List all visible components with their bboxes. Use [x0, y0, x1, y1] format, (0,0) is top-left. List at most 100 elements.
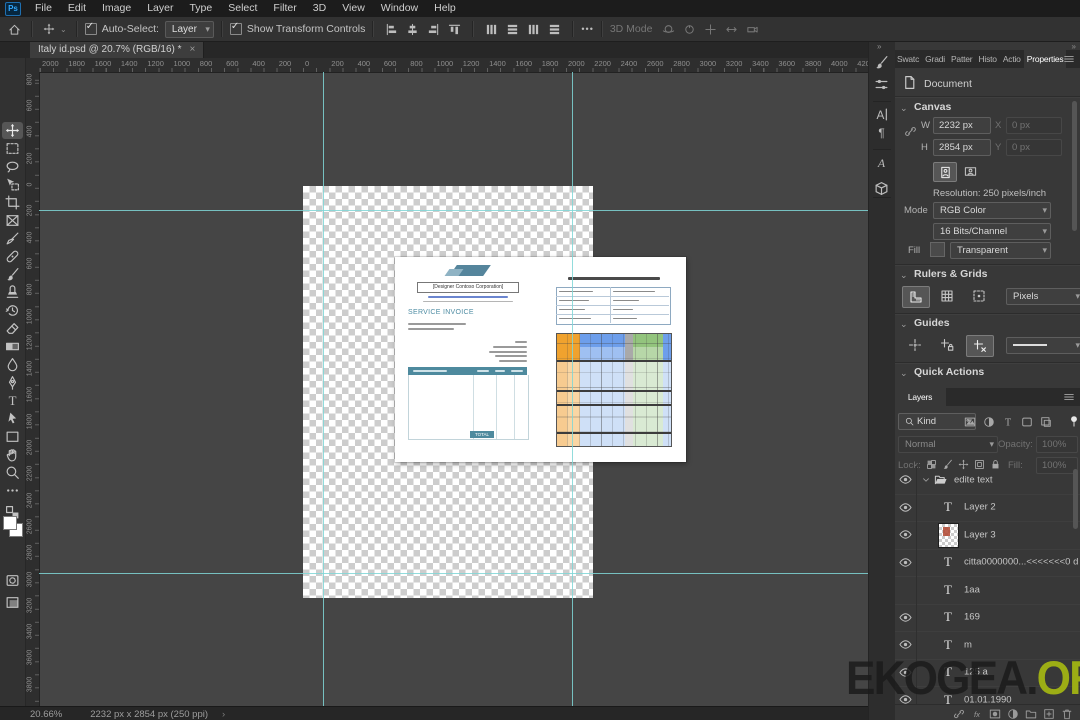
hand-tool[interactable] [2, 446, 23, 463]
canvas-section-chevron-icon[interactable]: ⌄ [900, 103, 908, 114]
guide-style-dropdown[interactable] [1006, 337, 1080, 354]
layers-scrollbar[interactable] [1073, 469, 1078, 529]
history-brush-tool[interactable] [2, 302, 23, 319]
paragraph-panel-icon[interactable]: ¶ [874, 125, 890, 141]
filter-pixel-layers-icon[interactable] [962, 415, 978, 429]
frame-tool[interactable] [2, 212, 23, 229]
tab-properties[interactable]: Properties [1023, 50, 1067, 68]
guides-section-chevron-icon[interactable]: ⌄ [900, 319, 908, 330]
menu-edit[interactable]: Edit [60, 0, 94, 17]
brush-tool[interactable] [2, 266, 23, 283]
tab-layers[interactable]: Layers [894, 388, 946, 406]
screen-mode-button[interactable] [2, 594, 23, 611]
type-tool[interactable]: T [2, 392, 23, 409]
layer-row[interactable]: Tcitta0000000...<<<<<<<0 d [894, 548, 1080, 577]
menu-help[interactable]: Help [426, 0, 464, 17]
lock-guides-button[interactable] [934, 335, 960, 355]
rulers-section-chevron-icon[interactable]: ⌄ [900, 270, 908, 281]
menu-3d[interactable]: 3D [305, 0, 334, 17]
filter-smart-objects-icon[interactable] [1038, 415, 1054, 429]
menu-image[interactable]: Image [94, 0, 139, 17]
align-center-h-icon[interactable] [406, 23, 419, 36]
lasso-tool[interactable] [2, 158, 23, 175]
menu-type[interactable]: Type [181, 0, 220, 17]
blur-tool[interactable] [2, 356, 23, 373]
quick-actions-chevron-icon[interactable]: ⌄ [900, 368, 908, 379]
eyedropper-tool[interactable] [2, 230, 23, 247]
auto-select-target-dropdown[interactable]: Layer [164, 20, 214, 38]
show-transform-checkbox[interactable] [229, 21, 242, 35]
collapse-panels-icon[interactable]: » [877, 42, 881, 51]
canvas-width-field[interactable]: 2232 px [933, 117, 991, 134]
tab-actio[interactable]: Actio [1000, 50, 1024, 68]
filter-shape-layers-icon[interactable] [1019, 415, 1035, 429]
new-group-icon[interactable] [1024, 707, 1038, 720]
drag-3d-icon[interactable] [704, 23, 717, 36]
new-layer-icon[interactable] [1042, 707, 1056, 720]
menu-window[interactable]: Window [373, 0, 426, 17]
tab-swatc[interactable]: Swatc [894, 50, 922, 68]
healing-brush-tool[interactable] [2, 248, 23, 265]
zoom-tool[interactable] [2, 464, 23, 481]
clone-source-panel-icon[interactable] [874, 77, 890, 93]
guide-vertical[interactable] [572, 72, 573, 706]
align-left-icon[interactable] [385, 23, 398, 36]
guide-horizontal[interactable] [39, 210, 868, 211]
link-layers-icon[interactable] [952, 707, 966, 720]
home-icon[interactable] [8, 23, 21, 36]
distribute-vertical-icon[interactable] [485, 23, 498, 36]
object-selection-tool[interactable] [2, 176, 23, 193]
group-chevron-icon[interactable] [921, 475, 931, 485]
auto-select-checkbox[interactable] [84, 21, 97, 35]
filter-type-layers-icon[interactable]: T [1000, 415, 1016, 429]
color-swatches[interactable] [0, 516, 25, 540]
path-select-tool[interactable] [2, 410, 23, 427]
distribute-center-icon[interactable] [506, 23, 519, 36]
glyphs-panel-icon[interactable]: A [874, 155, 890, 171]
layer-effects-icon[interactable]: fx [970, 707, 984, 720]
ruler-units-dropdown[interactable]: Pixels [1006, 288, 1080, 305]
quick-mask-button[interactable] [2, 572, 23, 589]
guide-horizontal[interactable] [39, 573, 868, 574]
canvas-height-field[interactable]: 2854 px [933, 139, 991, 156]
toggle-grid-button[interactable] [934, 286, 960, 306]
adjustment-layer-icon[interactable] [1006, 707, 1020, 720]
orbit-3d-icon[interactable] [662, 23, 675, 36]
guide-vertical[interactable] [323, 72, 324, 706]
align-right-icon[interactable] [427, 23, 440, 36]
more-options-icon[interactable]: ••• [581, 24, 593, 34]
slide-3d-icon[interactable] [725, 23, 738, 36]
brush-settings-panel-icon[interactable] [874, 55, 890, 71]
foreground-color-swatch[interactable] [3, 516, 17, 530]
distribute-margins-icon[interactable] [548, 23, 561, 36]
crop-tool[interactable] [2, 194, 23, 211]
layers-menu-icon[interactable] [1063, 391, 1075, 403]
layer-row[interactable]: edite text [894, 466, 1080, 495]
visibility-toggle[interactable] [894, 548, 917, 576]
character-panel-icon[interactable]: A [874, 107, 890, 123]
align-top-icon[interactable] [448, 23, 461, 36]
layer-row[interactable]: Layer 3 [894, 521, 1080, 550]
menu-select[interactable]: Select [220, 0, 265, 17]
delete-layer-icon[interactable] [1060, 707, 1074, 720]
menu-view[interactable]: View [334, 0, 373, 17]
move-tool[interactable] [2, 122, 23, 139]
layer-row[interactable]: T 1aa [894, 576, 1080, 605]
distribute-horizontal-icon[interactable] [527, 23, 540, 36]
color-mode-dropdown[interactable]: RGB Color [933, 202, 1051, 219]
move-tool-preset-icon[interactable] [43, 23, 55, 35]
roll-3d-icon[interactable] [683, 23, 696, 36]
document-tab[interactable]: Italy id.psd @ 20.7% (RGB/16) * × [30, 41, 205, 58]
visibility-toggle[interactable] [894, 466, 917, 494]
panel-menu-icon[interactable] [1063, 53, 1075, 65]
landscape-orientation-button[interactable] [959, 162, 981, 180]
status-info-chevron-icon[interactable]: › [222, 709, 225, 720]
layer-thumbnail[interactable] [938, 523, 959, 548]
vertical-ruler[interactable]: 800 600 400 200 0 200 400 600 800 1000 1200 1400 160… [25, 72, 40, 706]
tab-histo[interactable]: Histo [975, 50, 999, 68]
toggle-snap-button[interactable] [966, 286, 992, 306]
rectangle-tool[interactable] [2, 428, 23, 445]
visibility-toggle[interactable] [894, 521, 917, 549]
properties-scrollbar[interactable] [1072, 101, 1077, 231]
ruler-origin-corner[interactable] [25, 58, 40, 73]
